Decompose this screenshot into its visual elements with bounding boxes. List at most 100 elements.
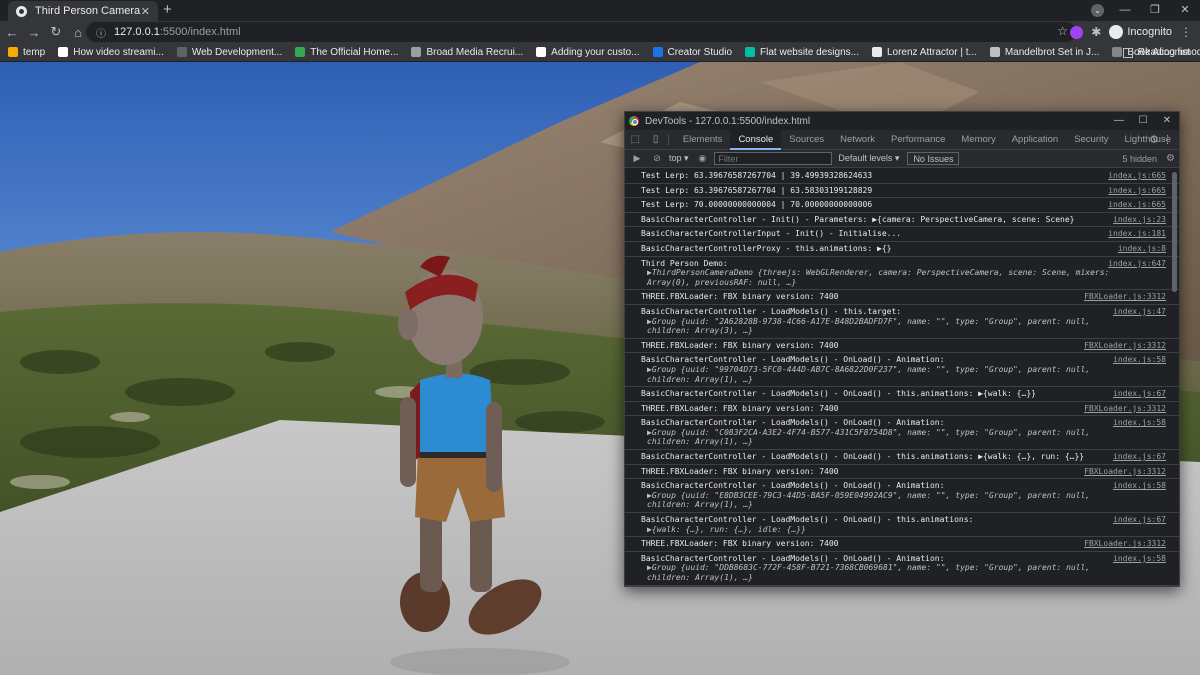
console-message: THREE.FBXLoader: FBX binary version: 740… — [625, 402, 1179, 417]
devtools-tab-memory[interactable]: Memory — [953, 130, 1003, 150]
console-message: BasicCharacterController - LoadModels() … — [625, 416, 1179, 451]
devtools-tab-elements[interactable]: Elements — [675, 130, 731, 150]
console-source-link[interactable]: index.js:665 — [1108, 200, 1166, 210]
bookmark-item[interactable]: Mandelbrot Set in J... — [989, 46, 1100, 58]
back-button[interactable]: ← — [2, 25, 22, 40]
console-message-text: BasicCharacterController - LoadModels() … — [641, 418, 945, 428]
console-source-link[interactable]: index.js:47 — [1113, 307, 1166, 317]
chrome-logo-icon — [629, 116, 639, 126]
close-window-button[interactable]: ✕ — [1170, 0, 1200, 21]
console-message-text: Test Lerp: 70.00000000000004 | 70.000000… — [641, 200, 873, 210]
console-object-preview[interactable]: ▶Group {uuid: "E8DB3CEE-79C3-44D5-BA5F-0… — [641, 491, 1129, 510]
console-object-preview[interactable]: ▶{walk: {…}, run: {…}, idle: {…}} — [641, 525, 1129, 535]
console-message: Test Lerp: 70.00000000000004 | 70.000000… — [625, 198, 1179, 213]
inspect-element-icon[interactable]: ⬚ — [625, 134, 645, 145]
devtools-tab-network[interactable]: Network — [832, 130, 883, 150]
bookmark-item[interactable]: temp — [8, 47, 45, 58]
bookmark-label: Lorenz Attractor | t... — [886, 46, 977, 58]
incognito-profile-button[interactable]: Incognito — [1109, 25, 1172, 39]
console-object-preview[interactable]: ▶Group {uuid: "C083F2CA-A3E2-4F74-B577-4… — [641, 428, 1129, 447]
extension-icon[interactable] — [1070, 25, 1084, 39]
console-object-preview[interactable]: ▶Group {uuid: "DDB8683C-772F-458F-B721-7… — [641, 563, 1129, 582]
log-levels-dropdown[interactable]: Default levels ▾ — [838, 153, 899, 164]
devtools-tab-security[interactable]: Security — [1066, 130, 1116, 150]
tab-search-icon[interactable]: ⌄ — [1091, 4, 1104, 17]
device-toolbar-icon[interactable]: ▯ — [645, 134, 665, 145]
reading-list-button[interactable]: Reading list — [1122, 43, 1190, 62]
devtools-titlebar: DevTools - 127.0.0.1:5500/index.html — ☐… — [625, 112, 1179, 130]
console-source-link[interactable]: FBXLoader.js:3312 — [1084, 539, 1166, 549]
issues-button[interactable]: No Issues — [907, 152, 960, 165]
console-source-link[interactable]: index.js:67 — [1113, 389, 1166, 399]
live-expression-eye-icon[interactable]: ◉ — [699, 153, 707, 164]
console-source-link[interactable]: index.js:58 — [1113, 481, 1166, 491]
console-source-link[interactable]: index.js:181 — [1108, 229, 1166, 239]
bookmark-star-icon[interactable]: ☆ — [1057, 24, 1068, 38]
devtools-menu-icon[interactable]: ⋮ — [1162, 130, 1173, 150]
console-sidebar-icon[interactable]: ▶ — [629, 153, 645, 164]
bookmark-item[interactable]: Adding your custo... — [536, 46, 640, 58]
console-message: BasicCharacterControllerInput - Init() -… — [625, 227, 1179, 242]
browser-tab[interactable]: Third Person Camera ✕ — [8, 1, 158, 21]
console-source-link[interactable]: index.js:23 — [1113, 215, 1166, 225]
bookmark-item[interactable]: Creator Studio — [652, 47, 732, 58]
bookmark-favicon-icon — [989, 47, 1000, 57]
console-source-link[interactable]: index.js:58 — [1113, 554, 1166, 564]
bookmark-item[interactable]: Lorenz Attractor | t... — [871, 46, 977, 58]
console-source-link[interactable]: index.js:8 — [1118, 244, 1166, 254]
devtools-tab-performance[interactable]: Performance — [883, 130, 953, 150]
console-source-link[interactable]: index.js:67 — [1113, 515, 1166, 525]
bookmark-item[interactable]: Web Development... — [176, 47, 282, 58]
console-object-preview[interactable]: ▶Group {uuid: "99704D73-5FC0-444D-AB7C-8… — [641, 365, 1129, 384]
devtools-close-button[interactable]: ✕ — [1155, 112, 1179, 130]
bookmark-item[interactable]: Broad Media Recrui... — [411, 47, 523, 58]
bookmark-label: How video streami... — [73, 46, 164, 58]
devtools-tab-application[interactable]: Application — [1004, 130, 1066, 150]
devtools-minimize-button[interactable]: — — [1107, 112, 1131, 130]
console-filter-input[interactable] — [714, 152, 833, 165]
console-source-link[interactable]: FBXLoader.js:3312 — [1084, 467, 1166, 477]
minimize-button[interactable]: — — [1110, 0, 1140, 21]
site-info-icon[interactable]: ⓘ — [96, 25, 106, 40]
bookmark-item[interactable]: The Official Home... — [295, 47, 398, 58]
tab-close-icon[interactable]: ✕ — [141, 5, 150, 18]
clear-console-icon[interactable]: ⊘ — [649, 153, 665, 164]
console-scrollbar[interactable] — [1172, 172, 1177, 292]
new-tab-button[interactable]: + — [163, 2, 172, 17]
reload-button[interactable]: ↻ — [46, 24, 66, 40]
console-source-link[interactable]: FBXLoader.js:3312 — [1084, 292, 1166, 302]
devtools-tab-console[interactable]: Console — [730, 129, 782, 150]
console-source-link[interactable]: FBXLoader.js:3312 — [1084, 341, 1166, 351]
bookmark-favicon-icon — [652, 47, 663, 57]
bookmark-label: Broad Media Recrui... — [426, 46, 524, 58]
console-message: THREE.FBXLoader: FBX binary version: 740… — [625, 537, 1179, 552]
console-object-preview[interactable]: ▶Group {uuid: "2A62828B-9738-4C66-A17E-B… — [641, 317, 1129, 336]
console-source-link[interactable]: FBXLoader.js:3312 — [1084, 404, 1166, 414]
context-selector[interactable]: top ▾ — [669, 153, 689, 164]
bookmark-item[interactable]: How video streami... — [58, 47, 164, 58]
browser-menu-icon[interactable]: ⋮ — [1180, 25, 1192, 39]
console-object-preview[interactable]: ▶ThirdPersonCameraDemo {threejs: WebGLRe… — [641, 268, 1129, 287]
devtools-maximize-button[interactable]: ☐ — [1131, 112, 1155, 130]
console-message: BasicCharacterController - Init() - Para… — [625, 213, 1179, 228]
bookmark-label: Adding your custo... — [551, 46, 640, 58]
console-settings-icon[interactable]: ⚙ — [1166, 150, 1175, 168]
restore-button[interactable]: ❐ — [1140, 0, 1170, 21]
url-host: 127.0.0.1 — [114, 26, 160, 38]
extensions-puzzle-icon[interactable]: ✱ — [1091, 25, 1101, 39]
console-source-link[interactable]: index.js:647 — [1108, 259, 1166, 269]
console-message-text: THREE.FBXLoader: FBX binary version: 740… — [641, 466, 839, 476]
address-bar[interactable]: ⓘ 127.0.0.1 :5500/index.html ☆ — [86, 22, 1076, 42]
bookmark-label: Mandelbrot Set in J... — [1004, 46, 1100, 58]
bookmark-favicon-icon — [58, 47, 69, 57]
console-source-link[interactable]: index.js:665 — [1108, 171, 1166, 181]
console-source-link[interactable]: index.js:58 — [1113, 418, 1166, 428]
devtools-tab-sources[interactable]: Sources — [781, 130, 832, 150]
console-source-link[interactable]: index.js:58 — [1113, 355, 1166, 365]
console-source-link[interactable]: index.js:67 — [1113, 452, 1166, 462]
console-source-link[interactable]: index.js:665 — [1108, 186, 1166, 196]
bookmark-item[interactable]: Flat website designs... — [745, 47, 859, 58]
forward-button[interactable]: → — [24, 25, 44, 40]
devtools-settings-icon[interactable]: ⚙ — [1149, 130, 1159, 150]
home-button[interactable]: ⌂ — [68, 25, 88, 40]
